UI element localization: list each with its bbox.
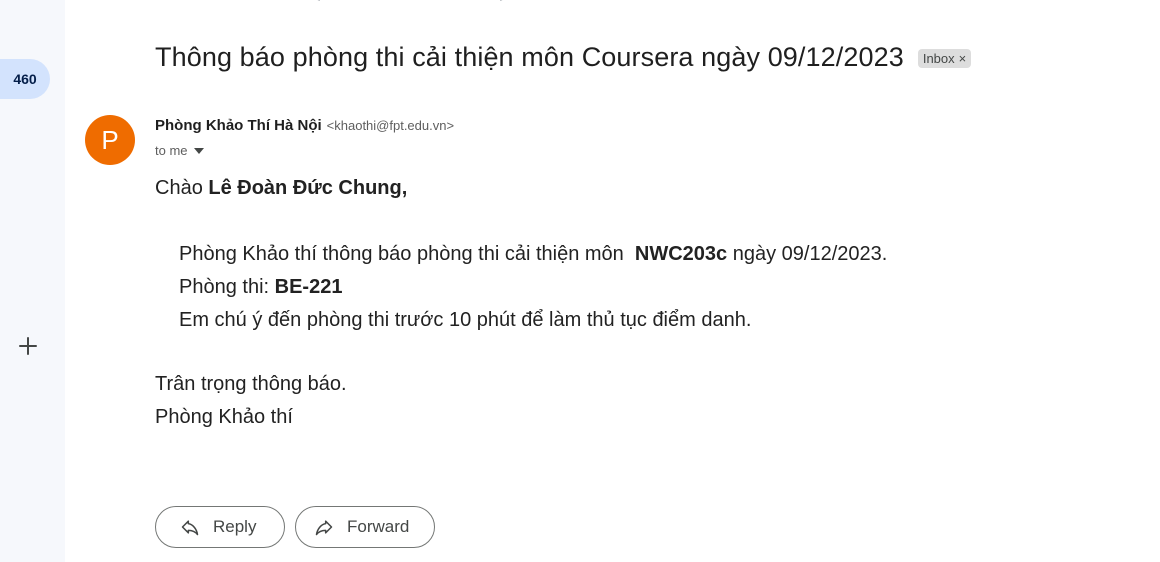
exam-room-code: BE-221 — [274, 276, 343, 298]
announcement-line: Phòng Khảo thí thông báo phòng thi cải t… — [179, 243, 887, 266]
chevron-down-icon[interactable] — [193, 147, 204, 154]
recipient-line: to me — [155, 143, 204, 158]
reply-icon — [181, 520, 199, 536]
exam-room-prefix: Phòng thi: — [179, 276, 275, 298]
plus-icon[interactable] — [16, 334, 40, 358]
forward-label: Forward — [347, 517, 410, 536]
label-text: Inbox — [922, 51, 955, 66]
sender-avatar[interactable]: P — [85, 115, 135, 165]
recipient-full-name: Lê Đoàn Đức Chung, — [208, 177, 408, 199]
course-code: NWC203c — [634, 243, 728, 265]
greeting-line: Chào Lê Đoàn Đức Chung, — [155, 177, 407, 200]
exam-room-line: Phòng thi: BE-221 — [179, 276, 342, 299]
forward-button[interactable]: Forward — [295, 506, 435, 548]
clipped-top-decoration — [317, 0, 503, 1]
announcement-suffix: ngày 09/12/2023. — [727, 243, 888, 265]
closing-line: Trân trọng thông báo. — [155, 373, 347, 395]
signature-line: Phòng Khảo thí — [155, 406, 293, 428]
unread-count-badge[interactable]: 460 — [0, 59, 50, 99]
reply-label: Reply — [213, 517, 257, 536]
subject-row: Thông báo phòng thi cải thiện môn Course… — [155, 42, 972, 73]
announcement-prefix: Phòng Khảo thí thông báo phòng thi cải t… — [179, 243, 635, 265]
inbox-label-chip[interactable]: Inbox × — [917, 49, 972, 68]
forward-icon — [315, 520, 333, 536]
recipient-text: to me — [155, 143, 188, 158]
sender-line: Phòng Khảo Thí Hà Nội <khaothi@fpt.edu.v… — [155, 117, 454, 134]
remove-label-icon[interactable]: × — [959, 51, 967, 66]
email-subject: Thông báo phòng thi cải thiện môn Course… — [155, 42, 904, 72]
instruction-line: Em chú ý đến phòng thi trước 10 phút để … — [179, 309, 752, 331]
left-rail: 460 — [0, 0, 65, 562]
sender-email: <khaothi@fpt.edu.vn> — [326, 118, 455, 133]
sender-name[interactable]: Phòng Khảo Thí Hà Nội — [155, 117, 322, 134]
greeting-prefix: Chào — [155, 177, 209, 199]
reply-button[interactable]: Reply — [155, 506, 285, 548]
